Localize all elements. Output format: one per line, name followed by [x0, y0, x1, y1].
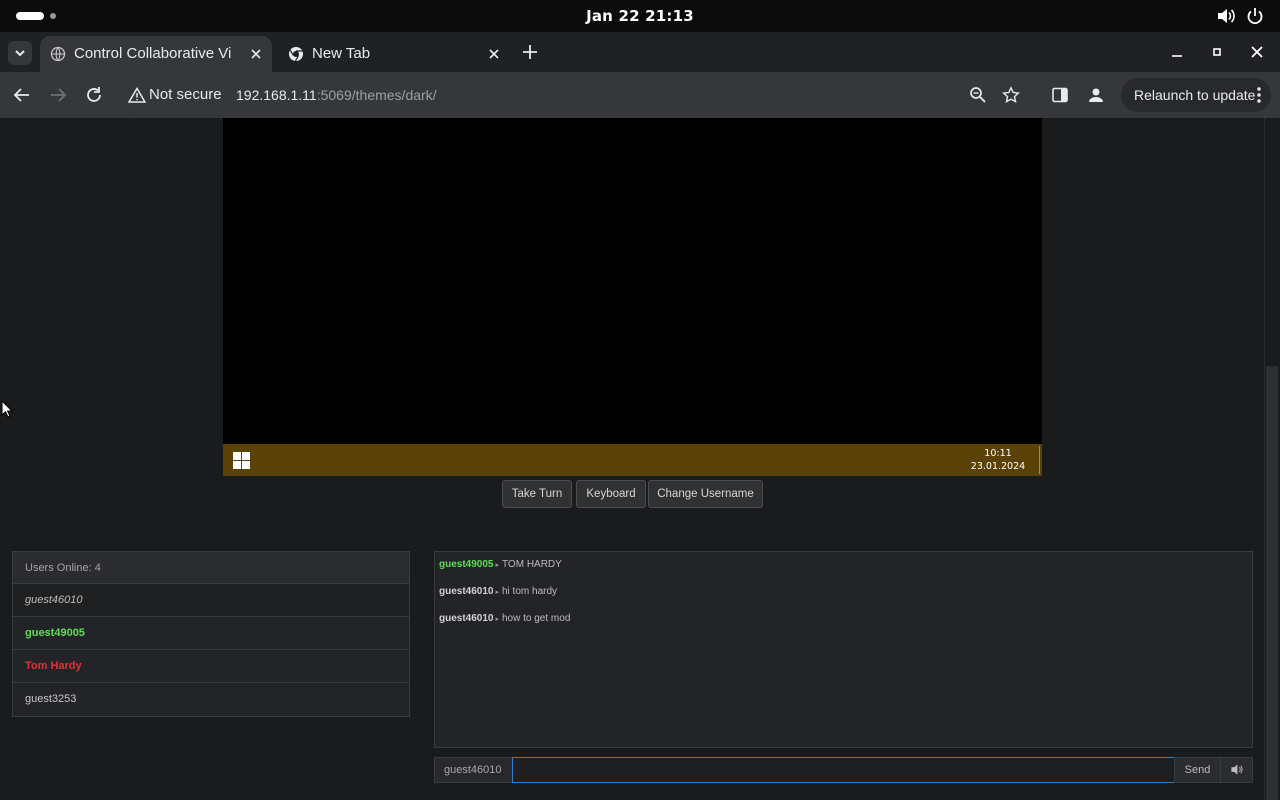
url-host: 192.168.1.11 — [236, 87, 317, 103]
chat-message: guest49005 ▸ TOM HARDY — [439, 559, 562, 570]
address-bar[interactable]: Not secure 192.168.1.11:5069/themes/dark… — [118, 77, 1038, 113]
chat-username-label: guest46010 — [434, 757, 513, 783]
chat-input[interactable] — [512, 757, 1175, 783]
chat-message: guest46010 ▸ how to get mod — [439, 613, 570, 624]
browser-toolbar: Not secure 192.168.1.11:5069/themes/dark… — [0, 72, 1280, 118]
zoom-icon[interactable] — [969, 86, 987, 104]
chrome-icon — [289, 47, 303, 62]
maximize-icon[interactable] — [1207, 42, 1227, 62]
back-arrow-icon[interactable] — [11, 84, 33, 106]
sound-toggle-button[interactable] — [1220, 757, 1253, 783]
close-icon[interactable] — [248, 46, 264, 62]
system-top-bar: Jan 22 21:13 — [0, 0, 1280, 32]
message-arrow-icon: ▸ — [495, 562, 499, 569]
user-list-item[interactable]: guest49005 — [13, 617, 409, 650]
vm-clock-time: 10:11 — [984, 448, 1012, 459]
show-desktop-edge[interactable] — [1039, 446, 1040, 474]
users-online-header: Users Online: 4 — [13, 552, 409, 584]
send-button[interactable]: Send — [1174, 757, 1221, 783]
chat-log[interactable]: guest49005 ▸ TOM HARDY guest46010 ▸ hi tom h… — [434, 551, 1253, 748]
tab-label: Control Collaborative Vi — [74, 45, 232, 62]
chevron-down-icon — [15, 50, 25, 57]
minimize-icon[interactable] — [1167, 42, 1187, 62]
keyboard-button[interactable]: Keyboard — [576, 480, 646, 508]
vm-taskbar[interactable]: 10:11 23.01.2024 — [223, 444, 1042, 476]
users-online-panel: Users Online: 4 guest46010 guest49005 To… — [12, 551, 410, 717]
power-icon[interactable] — [1245, 6, 1265, 26]
chat-message-text: hi tom hardy — [502, 586, 558, 597]
side-panel-icon[interactable] — [1051, 86, 1069, 104]
vm-clock[interactable]: 10:11 23.01.2024 — [968, 447, 1028, 473]
relaunch-label: Relaunch to update — [1134, 87, 1256, 103]
system-clock[interactable]: Jan 22 21:13 — [0, 7, 1280, 25]
volume-icon[interactable] — [1216, 6, 1236, 26]
chat-message-user: guest46010 — [439, 613, 494, 624]
message-arrow-icon: ▸ — [495, 616, 499, 623]
tab-control-collaborative[interactable]: Control Collaborative Vi — [40, 36, 272, 72]
chat-message-user: guest49005 — [439, 559, 494, 570]
chat-message-text: TOM HARDY — [502, 559, 562, 570]
more-vertical-icon[interactable] — [1257, 86, 1261, 104]
tab-new-tab[interactable]: New Tab — [278, 36, 510, 72]
take-turn-button[interactable]: Take Turn — [502, 480, 572, 508]
forward-arrow-icon[interactable] — [47, 84, 69, 106]
message-arrow-icon: ▸ — [495, 589, 499, 596]
tab-label: New Tab — [312, 45, 371, 62]
user-list-item[interactable]: guest3253 — [13, 683, 409, 716]
browser-tab-strip: Control Collaborative Vi New Tab — [0, 32, 1280, 72]
chat-message-text: how to get mod — [502, 613, 571, 624]
windows-start-icon[interactable] — [233, 452, 250, 469]
relaunch-to-update-button[interactable]: Relaunch to update — [1121, 78, 1271, 112]
vm-display[interactable] — [223, 118, 1042, 476]
page-content: 10:11 23.01.2024 Take Turn Keyboard Chan… — [0, 118, 1280, 800]
tab-search-button[interactable] — [8, 41, 32, 65]
user-list-item[interactable]: Tom Hardy — [13, 650, 409, 683]
close-icon[interactable] — [486, 46, 502, 62]
profile-icon[interactable] — [1087, 86, 1105, 104]
warning-triangle-icon[interactable] — [128, 87, 146, 103]
chat-message-user: guest46010 — [439, 586, 494, 597]
speaker-icon — [1231, 764, 1243, 775]
new-tab-plus-icon[interactable] — [520, 42, 540, 62]
url-path: :5069/themes/dark/ — [316, 87, 437, 103]
url-text[interactable]: 192.168.1.11:5069/themes/dark/ — [236, 87, 437, 103]
not-secure-label[interactable]: Not secure — [149, 86, 222, 103]
window-close-icon[interactable] — [1247, 42, 1267, 62]
reload-icon[interactable] — [83, 84, 105, 106]
chat-message: guest46010 ▸ hi tom hardy — [439, 586, 557, 597]
bookmark-star-icon[interactable] — [1002, 86, 1020, 104]
page-scrollbar-thumb[interactable] — [1266, 366, 1278, 800]
mouse-cursor-icon — [1, 400, 13, 418]
change-username-button[interactable]: Change Username — [648, 480, 763, 508]
globe-icon — [50, 46, 66, 62]
user-list-item[interactable]: guest46010 — [13, 584, 409, 617]
vm-clock-date: 23.01.2024 — [970, 461, 1026, 472]
